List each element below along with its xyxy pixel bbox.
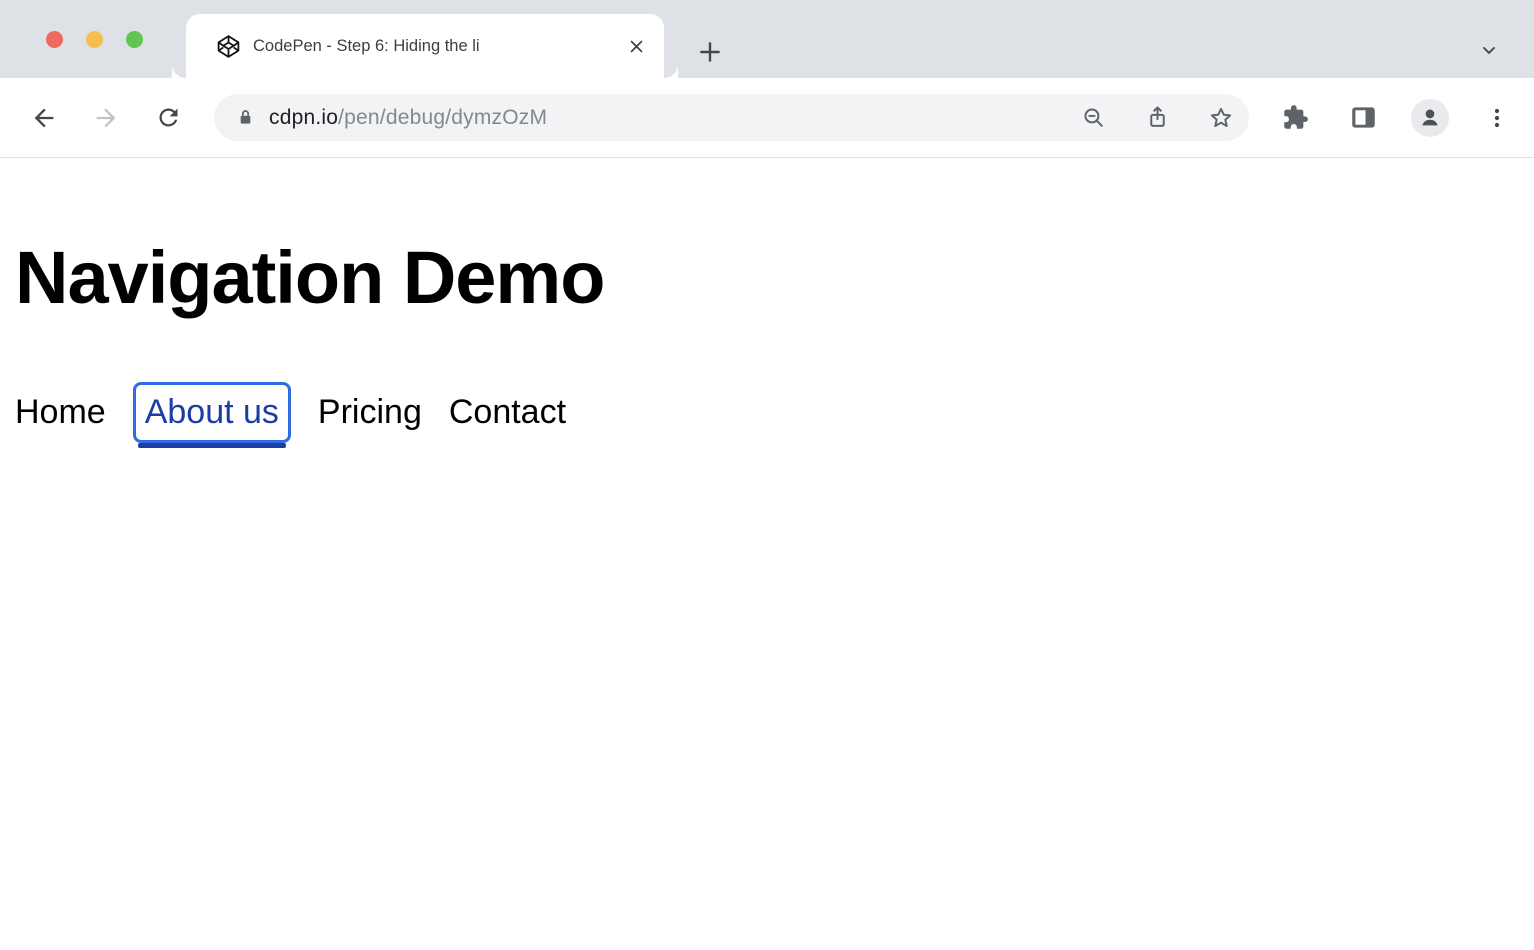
url-domain: cdpn.io [269,106,338,129]
profile-avatar[interactable] [1411,99,1449,137]
nav-link-home[interactable]: Home [15,393,106,432]
tab-close-icon[interactable] [622,32,650,60]
site-navigation: Home About us Pricing Contact [15,382,1534,443]
url-text: cdpn.io/pen/debug/dymzOzM [269,106,547,130]
reload-button[interactable] [148,98,188,138]
forward-button[interactable] [86,98,126,138]
window-minimize-button[interactable] [86,31,103,48]
address-bar[interactable]: cdpn.io/pen/debug/dymzOzM [214,94,1249,141]
browser-toolbar: cdpn.io/pen/debug/dymzOzM [0,78,1534,158]
nav-link-contact[interactable]: Contact [449,393,566,432]
window-close-button[interactable] [46,31,63,48]
share-icon[interactable] [1139,100,1175,136]
zoom-out-icon[interactable] [1075,100,1111,136]
new-tab-button[interactable] [692,34,728,70]
lock-icon[interactable] [235,107,256,128]
kebab-menu-icon[interactable] [1477,98,1517,138]
nav-link-pricing[interactable]: Pricing [318,393,422,432]
browser-tab-strip: CodePen - Step 6: Hiding the li [0,0,1534,78]
window-controls [46,0,143,78]
page-title: Navigation Demo [15,238,1534,318]
nav-link-about-us-focused[interactable]: About us [133,382,291,443]
browser-tab-active[interactable]: CodePen - Step 6: Hiding the li [186,14,664,78]
tab-search-chevron-down-icon[interactable] [1472,36,1506,64]
tab-title: CodePen - Step 6: Hiding the li [253,37,622,56]
window-zoom-button[interactable] [126,31,143,48]
codepen-logo-icon [216,34,241,59]
side-panel-icon[interactable] [1343,98,1383,138]
back-button[interactable] [24,98,64,138]
extensions-puzzle-icon[interactable] [1275,98,1315,138]
bookmark-star-icon[interactable] [1203,100,1239,136]
url-path: /pen/debug/dymzOzM [338,106,547,129]
page-content: Navigation Demo Home About us Pricing Co… [0,238,1534,950]
